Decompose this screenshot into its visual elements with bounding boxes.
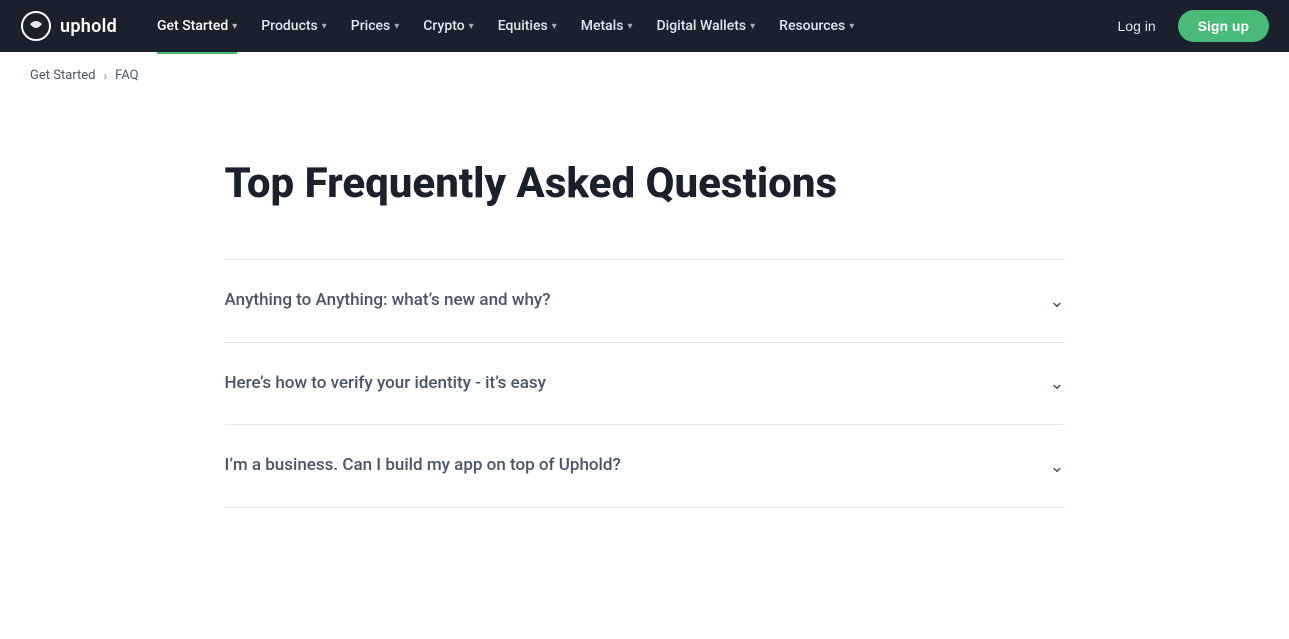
chevron-down-icon: ▾ bbox=[627, 21, 632, 32]
signup-button[interactable]: Sign up bbox=[1178, 10, 1269, 42]
nav-links: Get Started ▾ Products ▾ Prices ▾ Crypto… bbox=[147, 12, 1108, 40]
nav-item-metals[interactable]: Metals ▾ bbox=[571, 12, 643, 40]
navbar: uphold Get Started ▾ Products ▾ Prices ▾… bbox=[0, 0, 1289, 52]
chevron-down-icon: ▾ bbox=[322, 21, 327, 32]
page-title: Top Frequently Asked Questions bbox=[225, 159, 1065, 209]
faq-item-1[interactable]: Anything to Anything: what’s new and why… bbox=[225, 259, 1065, 342]
main-content: Top Frequently Asked Questions Anything … bbox=[195, 99, 1095, 548]
breadcrumb-current: FAQ bbox=[115, 68, 138, 83]
breadcrumb-separator: › bbox=[103, 69, 107, 83]
chevron-down-icon: ▾ bbox=[750, 21, 755, 32]
logo-text: uphold bbox=[60, 16, 117, 37]
chevron-down-icon: ▾ bbox=[552, 21, 557, 32]
faq-item-3[interactable]: I’m a business. Can I build my app on to… bbox=[225, 424, 1065, 508]
nav-actions: Log in Sign up bbox=[1108, 10, 1269, 42]
breadcrumb-parent-link[interactable]: Get Started bbox=[30, 68, 95, 83]
chevron-down-icon: ▾ bbox=[849, 21, 854, 32]
nav-item-crypto[interactable]: Crypto ▾ bbox=[413, 12, 483, 40]
chevron-down-icon: ▾ bbox=[469, 21, 474, 32]
chevron-down-icon: ▾ bbox=[232, 21, 237, 32]
chevron-down-icon: ⌄ bbox=[1049, 373, 1064, 394]
faq-question-1: Anything to Anything: what’s new and why… bbox=[225, 288, 551, 314]
login-button[interactable]: Log in bbox=[1108, 12, 1166, 40]
nav-item-prices[interactable]: Prices ▾ bbox=[341, 12, 410, 40]
faq-question-2: Here’s how to verify your identity - it’… bbox=[225, 371, 546, 397]
nav-item-products[interactable]: Products ▾ bbox=[251, 12, 337, 40]
faq-item-2[interactable]: Here’s how to verify your identity - it’… bbox=[225, 342, 1065, 425]
chevron-down-icon: ⌄ bbox=[1049, 456, 1064, 477]
logo-link[interactable]: uphold bbox=[20, 10, 117, 42]
nav-item-resources[interactable]: Resources ▾ bbox=[769, 12, 864, 40]
chevron-down-icon: ▾ bbox=[394, 21, 399, 32]
logo-icon bbox=[20, 10, 52, 42]
chevron-down-icon: ⌄ bbox=[1049, 291, 1064, 312]
nav-item-equities[interactable]: Equities ▾ bbox=[488, 12, 567, 40]
faq-question-3: I’m a business. Can I build my app on to… bbox=[225, 453, 621, 479]
breadcrumb: Get Started › FAQ bbox=[0, 52, 1289, 99]
faq-list: Anything to Anything: what’s new and why… bbox=[225, 259, 1065, 508]
nav-item-digital-wallets[interactable]: Digital Wallets ▾ bbox=[647, 12, 766, 40]
nav-item-get-started[interactable]: Get Started ▾ bbox=[147, 12, 247, 40]
